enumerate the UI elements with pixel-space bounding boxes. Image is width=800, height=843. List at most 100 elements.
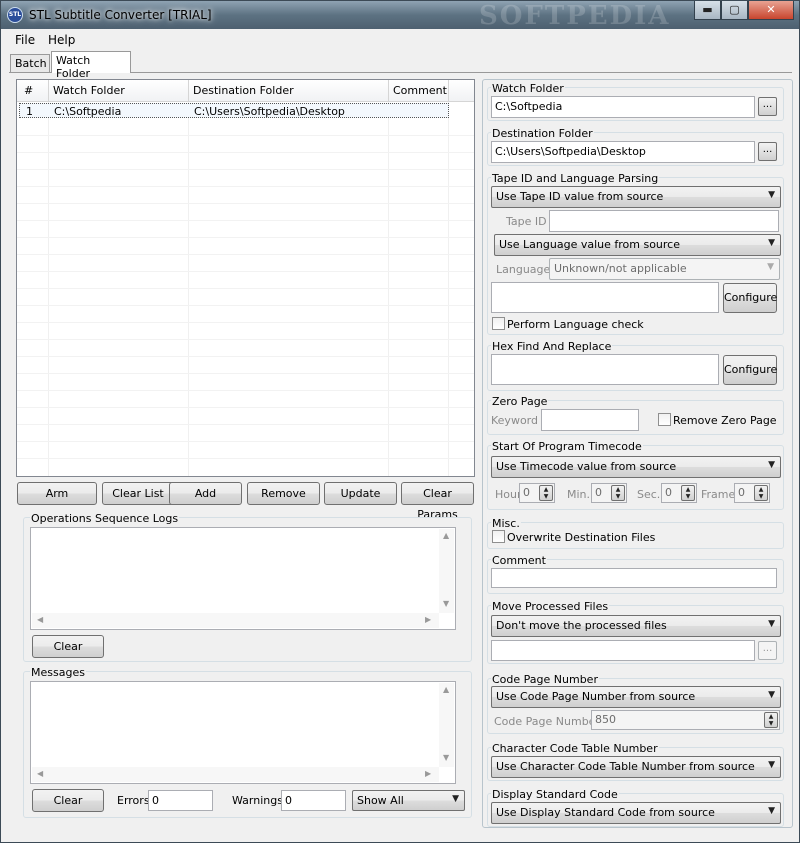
- chevron-down-icon: ▼: [768, 190, 775, 200]
- spin-arrows-icon[interactable]: ▲ ▼: [611, 485, 625, 501]
- scroll-down-icon[interactable]: ▼: [443, 753, 449, 762]
- move-files-mode-value: Don't move the processed files: [496, 619, 667, 632]
- spin-arrows-icon[interactable]: ▲ ▼: [539, 485, 553, 501]
- clear-messages-button[interactable]: Clear: [32, 789, 104, 812]
- window-title: STL Subtitle Converter [TRIAL]: [29, 8, 212, 22]
- sec-spinner[interactable]: 0 ▲ ▼: [661, 483, 697, 503]
- grid-row-line: [17, 424, 474, 425]
- close-button[interactable]: ✕: [748, 1, 794, 20]
- hour-spinner[interactable]: 0 ▲ ▼: [519, 483, 555, 503]
- logs-textarea[interactable]: ▲ ▼ ◀ ▶: [30, 527, 456, 630]
- column-header-comment[interactable]: Comment: [393, 84, 447, 97]
- column-header-num[interactable]: #: [24, 84, 33, 97]
- tape-id-input[interactable]: [549, 210, 779, 232]
- grid-row-line: [17, 186, 474, 187]
- scroll-up-icon[interactable]: ▲: [443, 531, 449, 540]
- grid-row-line: [17, 390, 474, 391]
- column-header-destination-folder[interactable]: Destination Folder: [193, 84, 294, 97]
- add-button[interactable]: Add: [169, 482, 242, 505]
- hour-label: Hour: [495, 488, 522, 501]
- overwrite-destination-checkbox[interactable]: [492, 530, 505, 543]
- clear-logs-button[interactable]: Clear: [32, 635, 104, 658]
- grid-header: # Watch Folder Destination Folder Commen…: [17, 80, 474, 102]
- language-mode-select[interactable]: Use Language value from source ▼: [494, 234, 781, 256]
- scroll-up-icon[interactable]: ▲: [443, 685, 449, 694]
- display-standard-label: Display Standard Code: [491, 788, 619, 801]
- char-table-label: Character Code Table Number: [491, 742, 659, 755]
- clear-list-button[interactable]: Clear List: [102, 482, 174, 505]
- scroll-down-icon[interactable]: ▼: [443, 599, 449, 608]
- watch-folder-grid[interactable]: # Watch Folder Destination Folder Commen…: [16, 79, 475, 477]
- title-bar[interactable]: STL STL Subtitle Converter [TRIAL] SOFTP…: [1, 1, 799, 31]
- chevron-down-icon: ▼: [452, 794, 459, 804]
- tape-id-mode-value: Use Tape ID value from source: [496, 190, 664, 203]
- maximize-button[interactable]: ▢: [721, 1, 748, 20]
- frame-value: 0: [738, 486, 745, 499]
- remove-zero-page-checkbox[interactable]: [658, 413, 671, 426]
- code-page-mode-select[interactable]: Use Code Page Number from source ▼: [491, 686, 781, 708]
- char-table-mode-select[interactable]: Use Character Code Table Number from sou…: [491, 756, 781, 778]
- grid-row-line: [17, 237, 474, 238]
- scroll-left-icon[interactable]: ◀: [37, 615, 43, 624]
- spin-arrows-icon[interactable]: ▲ ▼: [764, 712, 778, 728]
- timecode-mode-select[interactable]: Use Timecode value from source ▼: [491, 456, 781, 478]
- browse-move-folder-button[interactable]: ...: [758, 641, 777, 660]
- update-button[interactable]: Update: [324, 482, 397, 505]
- spin-arrows-icon[interactable]: ▲ ▼: [754, 485, 768, 501]
- logs-horizontal-scrollbar[interactable]: ◀ ▶: [32, 613, 439, 628]
- browse-watch-folder-button[interactable]: ...: [758, 97, 777, 116]
- messages-horizontal-scrollbar[interactable]: ◀ ▶: [32, 767, 439, 782]
- menu-file[interactable]: File: [15, 33, 35, 47]
- tab-batch[interactable]: Batch: [10, 54, 50, 72]
- grid-row-line: [17, 271, 474, 272]
- configure-language-button[interactable]: Configure: [723, 283, 777, 313]
- configure-hex-button[interactable]: Configure: [723, 355, 777, 385]
- grid-row-line: [17, 220, 474, 221]
- perform-language-check-checkbox[interactable]: [492, 317, 505, 330]
- scroll-left-icon[interactable]: ◀: [37, 769, 43, 778]
- spin-arrows-icon[interactable]: ▲ ▼: [681, 485, 695, 501]
- destination-folder-input[interactable]: C:\Users\Softpedia\Desktop: [491, 141, 755, 163]
- language-parse-field[interactable]: [491, 282, 719, 313]
- table-row[interactable]: 1 C:\Softpedia C:\Users\Softpedia\Deskto…: [19, 103, 449, 118]
- column-header-watch-folder[interactable]: Watch Folder: [53, 84, 125, 97]
- warnings-field[interactable]: 0: [281, 790, 346, 811]
- messages-textarea[interactable]: ▲ ▼ ◀ ▶: [30, 681, 456, 784]
- tab-watch-folder[interactable]: Watch Folder: [51, 51, 131, 80]
- perform-language-check-label: Perform Language check: [507, 318, 644, 331]
- message-filter-select[interactable]: Show All ▼: [352, 790, 465, 811]
- comment-input[interactable]: [491, 568, 777, 588]
- keyword-input[interactable]: [541, 409, 639, 431]
- minimize-button[interactable]: ▬: [694, 1, 721, 20]
- errors-field[interactable]: 0: [148, 790, 213, 811]
- code-page-number-spinner[interactable]: 850 ▲ ▼: [591, 710, 780, 730]
- grid-row-line: [17, 254, 474, 255]
- grid-row-line: [17, 322, 474, 323]
- move-files-path-input[interactable]: [491, 640, 755, 661]
- frame-spinner[interactable]: 0 ▲ ▼: [734, 483, 770, 503]
- hex-field[interactable]: [491, 354, 719, 385]
- char-table-mode-value: Use Character Code Table Number from sou…: [496, 760, 755, 773]
- watch-folder-input[interactable]: C:\Softpedia: [491, 96, 755, 118]
- logs-vertical-scrollbar[interactable]: ▲ ▼: [439, 529, 454, 613]
- messages-vertical-scrollbar[interactable]: ▲ ▼: [439, 683, 454, 767]
- remove-button[interactable]: Remove: [247, 482, 320, 505]
- scroll-right-icon[interactable]: ▶: [425, 769, 431, 778]
- min-spinner[interactable]: 0 ▲ ▼: [591, 483, 627, 503]
- column-separator: [448, 80, 449, 102]
- language-value: Unknown/not applicable: [554, 262, 687, 275]
- overwrite-destination-label: Overwrite Destination Files: [507, 531, 656, 544]
- menu-help[interactable]: Help: [48, 33, 75, 47]
- move-files-mode-select[interactable]: Don't move the processed files ▼: [491, 615, 781, 637]
- tape-id-mode-select[interactable]: Use Tape ID value from source ▼: [491, 186, 781, 208]
- language-select[interactable]: Unknown/not applicable ▼: [549, 258, 780, 280]
- clear-params-button[interactable]: Clear Params: [401, 482, 474, 521]
- scroll-right-icon[interactable]: ▶: [425, 615, 431, 624]
- grid-row-line: [17, 458, 474, 459]
- min-label: Min.: [567, 488, 591, 501]
- column-separator: [388, 80, 389, 102]
- browse-destination-folder-button[interactable]: ...: [758, 142, 777, 161]
- arm-button[interactable]: Arm: [17, 482, 97, 505]
- code-page-number-label: Code Page Number: [494, 715, 600, 728]
- display-standard-mode-select[interactable]: Use Display Standard Code from source ▼: [491, 802, 781, 824]
